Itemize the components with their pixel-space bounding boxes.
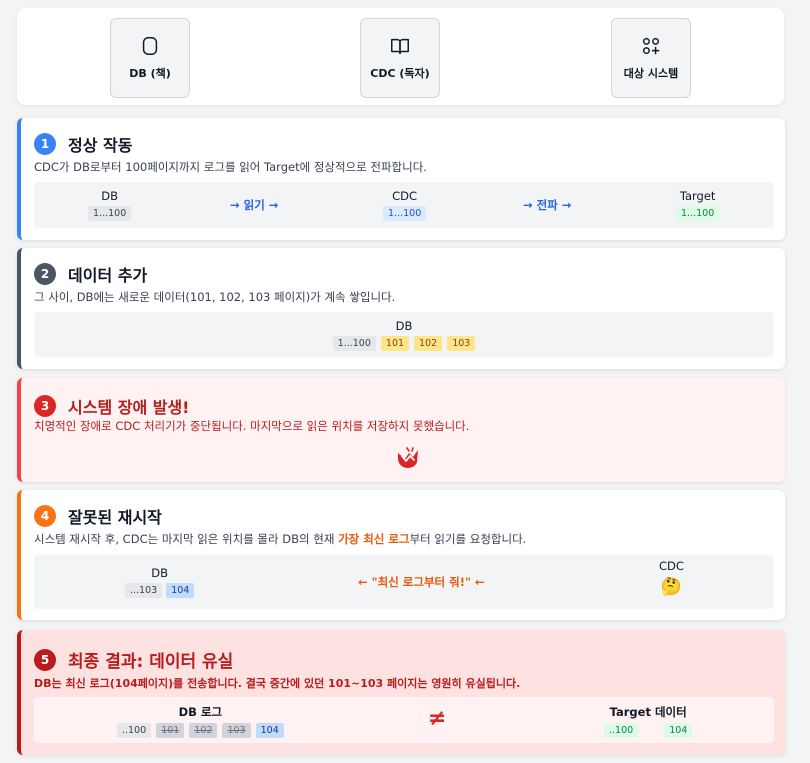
step-description: 그 사이, DB에는 새로운 데이터(101, 102, 103 페이지)가 계… [34,290,396,304]
db-label: DB [101,189,118,203]
legend-db-label: DB (책) [129,67,171,80]
legend-db: DB (책) [110,18,190,98]
legend-cdc-label: CDC (독자) [370,67,430,80]
propagate-arrow: → 전파 → [523,198,572,212]
step-title: 잘못된 재시작 [68,508,162,527]
new-page-pill: 103 [447,336,476,351]
request-panel: DB ...103 104 ← "최신 로그부터 줘!" ← CDC 🤔 [34,555,774,609]
new-page-pill: 101 [380,336,410,351]
page-pill: 104 [664,723,693,738]
lost-page-pill: 102 [189,723,218,738]
page-pill: ..100 [604,723,639,738]
step-description: 시스템 재시작 후, CDC는 마지막 읽은 위치를 몰라 DB의 현재 가장 … [34,531,526,547]
step-4-card: 4 잘못된 재시작 시스템 재시작 후, CDC는 마지막 읽은 위치를 몰라 … [17,490,785,620]
step-number: 2 [34,263,56,285]
db-label: DB [395,319,413,333]
db-group: DB 1...100 [88,189,132,221]
request-arrow: ← "최신 로그부터 줘!" ← [358,575,485,589]
result-panel: DB 로그 ..100 101 102 103 104 ≠ Target 데이터… [34,697,774,743]
target-group: Target 1...100 [676,189,720,221]
step-number: 5 [34,648,56,671]
step-number: 3 [34,395,56,417]
cdc-group: CDC 1...100 [383,189,427,221]
step-3-card: 3 시스템 장애 발생! 치명적인 장애로 CDC 처리기가 중단됩니다. 마지… [17,378,785,482]
legend-target-label: 대상 시스템 [623,67,679,80]
step-title: 시스템 장애 발생! [68,398,190,417]
step-description: CDC가 DB로부터 100페이지까지 로그를 읽어 Target에 정상적으로… [34,160,427,174]
lost-page-pill: 101 [156,723,185,738]
db-label: DB [151,566,169,580]
db-log-group: DB 로그 ..100 101 102 103 104 [117,704,284,738]
step-number: 4 [34,505,56,527]
step-number: 1 [34,133,56,155]
step-2-card: 2 데이터 추가 그 사이, DB에는 새로운 데이터(101, 102, 10… [17,248,785,369]
page-pill: 1...100 [88,206,132,221]
target-data-group: Target 데이터 ..100 104 [604,704,693,738]
step-title: 최종 결과: 데이터 유실 [68,652,234,672]
legend-cdc: CDC (독자) [360,18,440,98]
lost-page-pill: 103 [222,723,251,738]
step-description: DB는 최신 로그(104페이지)를 전송합니다. 결국 중간에 있던 101~… [34,677,521,690]
db-group: DB ...103 104 [125,566,195,598]
step-title: 데이터 추가 [68,266,148,285]
step-title: 정상 작동 [68,136,133,155]
latest-page-pill: 104 [255,723,284,738]
thinking-face-icon: 🤔 [660,577,683,597]
database-icon [142,37,158,55]
page-pill: 1...100 [676,206,720,221]
step-1-card: 1 정상 작동 CDC가 DB로부터 100페이지까지 로그를 읽어 Targe… [17,118,785,240]
db-group: DB 1...100 101 102 103 [34,319,774,351]
desc-highlight: 가장 최신 로그 [338,532,410,546]
latest-page-pill: 104 [166,583,195,598]
cdc-label: CDC [659,559,684,573]
page-pill: 1...100 [332,336,376,351]
legend-target: 대상 시스템 [611,18,691,98]
new-page-pill: 102 [414,336,443,351]
step-5-card: 5 최종 결과: 데이터 유실 DB는 최신 로그(104페이지)를 전송합니다… [17,630,785,755]
step-description: 치명적인 장애로 CDC 처리기가 중단됩니다. 마지막으로 읽은 위치를 저장… [34,419,470,433]
crash-icon [398,447,418,468]
book-icon [391,38,409,55]
target-label: Target [679,189,716,203]
cdc-label: CDC [392,189,418,203]
page-pill: ..100 [117,723,152,738]
desc-text: 시스템 재시작 후, CDC는 마지막 읽은 위치를 몰라 DB의 현재 [34,532,339,546]
read-arrow: → 읽기 → [230,198,279,212]
legend-panel: DB (책) CDC (독자) 대상 시스템 [17,8,784,105]
cdc-group: CDC 🤔 [659,559,684,598]
flow-panel: DB 1...100 → 읽기 → CDC 1...100 → 전파 → Tar… [34,182,774,228]
page-pill: 1...100 [383,206,427,221]
db-panel: DB 1...100 101 102 103 [34,312,774,357]
not-equal-sign: ≠ [428,706,447,731]
db-log-label: DB 로그 [178,705,223,719]
apps-icon [642,37,660,55]
page-pill: ...103 [125,583,163,598]
target-data-label: Target 데이터 [609,705,687,719]
desc-text: 부터 읽기를 요청합니다. [409,532,527,546]
